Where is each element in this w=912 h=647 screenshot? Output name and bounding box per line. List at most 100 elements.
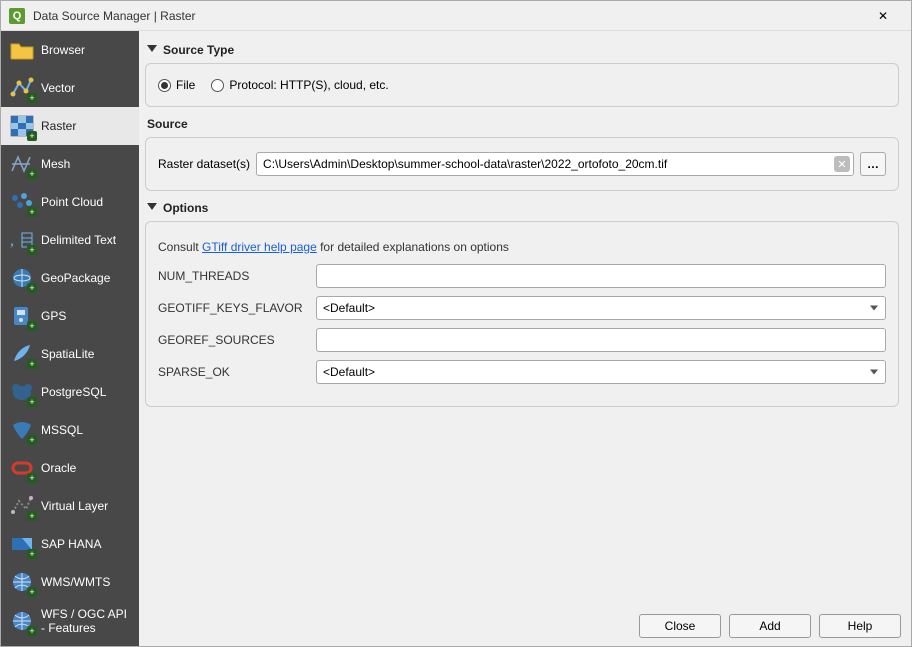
window-close-button[interactable]: ✕ bbox=[863, 2, 903, 30]
source-type-radios: File Protocol: HTTP(S), cloud, etc. bbox=[158, 78, 886, 92]
plus-badge-icon: + bbox=[27, 245, 37, 255]
geopackage-icon: + bbox=[9, 265, 35, 291]
sidebar-item-label: Oracle bbox=[41, 461, 76, 475]
mesh-icon: + bbox=[9, 151, 35, 177]
sidebar-item-label: SAP HANA bbox=[41, 537, 101, 551]
sidebar-item-geopackage[interactable]: + GeoPackage bbox=[1, 259, 139, 297]
sidebar-item-point-cloud[interactable]: +Point Cloud bbox=[1, 183, 139, 221]
globe-icon: + bbox=[9, 608, 35, 634]
section-title-options: Options bbox=[163, 201, 208, 215]
app-icon: Q bbox=[9, 8, 25, 24]
source-input-wrap: ✕ bbox=[256, 152, 854, 176]
sidebar-item-postgresql[interactable]: + PostgreSQL bbox=[1, 373, 139, 411]
content: Source Type File Protocol: HTTP(S), clou… bbox=[139, 31, 911, 606]
gps-icon: + bbox=[9, 303, 35, 329]
option-label: SPARSE_OK bbox=[158, 365, 308, 379]
sidebar-item-sap-hana[interactable]: + SAP HANA bbox=[1, 525, 139, 563]
option-select-sparse_ok[interactable]: <Default> bbox=[316, 360, 886, 384]
help-button[interactable]: Help bbox=[819, 614, 901, 638]
sidebar-item-virtual-layer[interactable]: + Virtual Layer bbox=[1, 487, 139, 525]
plus-badge-icon: + bbox=[27, 397, 37, 407]
sidebar-item-label: Raster bbox=[41, 119, 76, 133]
pointcloud-icon: + bbox=[9, 189, 35, 215]
folder-icon bbox=[9, 37, 35, 63]
sidebar-item-delimited-text[interactable]: , + Delimited Text bbox=[1, 221, 139, 259]
sidebar-item-label: MSSQL bbox=[41, 423, 83, 437]
vector-icon: + bbox=[9, 75, 35, 101]
hint-suffix: for detailed explanations on options bbox=[317, 240, 509, 254]
option-row-sparse_ok: SPARSE_OK <Default> bbox=[158, 360, 886, 384]
source-type-group: File Protocol: HTTP(S), cloud, etc. bbox=[145, 63, 899, 107]
sidebar-item-label: Delimited Text bbox=[41, 233, 116, 247]
radio-file[interactable]: File bbox=[158, 78, 195, 92]
sidebar-item-label: GeoPackage bbox=[41, 271, 110, 285]
plus-badge-icon: + bbox=[27, 359, 37, 369]
plus-badge-icon: + bbox=[27, 511, 37, 521]
mssql-icon: + bbox=[9, 417, 35, 443]
source-label: Raster dataset(s) bbox=[158, 157, 250, 171]
source-group: Raster dataset(s) ✕ … bbox=[145, 137, 899, 191]
sidebar-item-wfs-ogc-api-features[interactable]: +WFS / OGC API - Features bbox=[1, 601, 139, 641]
sidebar-item-label: PostgreSQL bbox=[41, 385, 106, 399]
sidebar-item-mssql[interactable]: + MSSQL bbox=[1, 411, 139, 449]
add-button[interactable]: Add bbox=[729, 614, 811, 638]
option-input-georef_sources[interactable] bbox=[316, 328, 886, 352]
plus-badge-icon: + bbox=[27, 169, 37, 179]
browse-button[interactable]: … bbox=[860, 152, 886, 176]
radio-protocol-label: Protocol: HTTP(S), cloud, etc. bbox=[229, 78, 388, 92]
sidebar-item-browser[interactable]: Browser bbox=[1, 31, 139, 69]
sidebar-item-raster[interactable]: + Raster bbox=[1, 107, 139, 145]
options-group: Consult GTiff driver help page for detai… bbox=[145, 221, 899, 407]
sidebar-item-label: WFS / OGC API - Features bbox=[41, 607, 131, 636]
main-panel: Source Type File Protocol: HTTP(S), clou… bbox=[139, 31, 911, 646]
sidebar[interactable]: Browser + Vector + Raster +Mesh+Point Cloud, +… bbox=[1, 31, 139, 646]
sidebar-item-spatialite[interactable]: + SpatiaLite bbox=[1, 335, 139, 373]
close-button[interactable]: Close bbox=[639, 614, 721, 638]
sidebar-item-label: Virtual Layer bbox=[41, 499, 108, 513]
collapse-icon[interactable] bbox=[145, 43, 159, 57]
sidebar-item-label: Browser bbox=[41, 43, 85, 57]
window-title: Data Source Manager | Raster bbox=[33, 9, 196, 23]
sidebar-item-vector[interactable]: + Vector bbox=[1, 69, 139, 107]
sidebar-item-label: Vector bbox=[41, 81, 75, 95]
hint-prefix: Consult bbox=[158, 240, 202, 254]
sidebar-item-label: SpatiaLite bbox=[41, 347, 94, 361]
sidebar-item-oracle[interactable]: + Oracle bbox=[1, 449, 139, 487]
clear-icon[interactable]: ✕ bbox=[834, 156, 850, 172]
section-title-source-type: Source Type bbox=[163, 43, 234, 57]
option-select-geotiff_keys_flavor[interactable]: <Default> bbox=[316, 296, 886, 320]
plus-badge-icon: + bbox=[27, 283, 37, 293]
section-title-source: Source bbox=[147, 117, 188, 131]
plus-badge-icon: + bbox=[27, 473, 37, 483]
sidebar-item-label: GPS bbox=[41, 309, 66, 323]
plus-badge-icon: + bbox=[27, 131, 37, 141]
plus-badge-icon: + bbox=[27, 207, 37, 217]
option-label: NUM_THREADS bbox=[158, 269, 308, 283]
plus-badge-icon: + bbox=[27, 93, 37, 103]
elephant-icon: + bbox=[9, 379, 35, 405]
source-path-input[interactable] bbox=[256, 152, 854, 176]
sidebar-item-wms-wmts[interactable]: +WMS/WMTS bbox=[1, 563, 139, 601]
dialog-footer: Close Add Help bbox=[139, 606, 911, 646]
section-head-source-type: Source Type bbox=[145, 43, 899, 57]
sidebar-item-mesh[interactable]: +Mesh bbox=[1, 145, 139, 183]
svg-text:,: , bbox=[10, 232, 14, 249]
plus-badge-icon: + bbox=[27, 549, 37, 559]
options-hint: Consult GTiff driver help page for detai… bbox=[158, 240, 886, 254]
raster-icon: + bbox=[9, 113, 35, 139]
source-row: Raster dataset(s) ✕ … bbox=[158, 152, 886, 176]
window: Q Data Source Manager | Raster ✕ Browser… bbox=[0, 0, 912, 647]
sidebar-item-gps[interactable]: + GPS bbox=[1, 297, 139, 335]
driver-help-link[interactable]: GTiff driver help page bbox=[202, 240, 317, 254]
radio-protocol[interactable]: Protocol: HTTP(S), cloud, etc. bbox=[211, 78, 388, 92]
radio-dot-file bbox=[158, 79, 171, 92]
plus-badge-icon: + bbox=[27, 587, 37, 597]
titlebar: Q Data Source Manager | Raster ✕ bbox=[1, 1, 911, 31]
collapse-icon[interactable] bbox=[145, 201, 159, 215]
globe-icon: + bbox=[9, 569, 35, 595]
option-input-num_threads[interactable] bbox=[316, 264, 886, 288]
option-label: GEOTIFF_KEYS_FLAVOR bbox=[158, 301, 308, 315]
option-row-geotiff_keys_flavor: GEOTIFF_KEYS_FLAVOR <Default> bbox=[158, 296, 886, 320]
section-head-options: Options bbox=[145, 201, 899, 215]
options-grid: NUM_THREADSGEOTIFF_KEYS_FLAVOR<Default>G… bbox=[158, 264, 886, 384]
